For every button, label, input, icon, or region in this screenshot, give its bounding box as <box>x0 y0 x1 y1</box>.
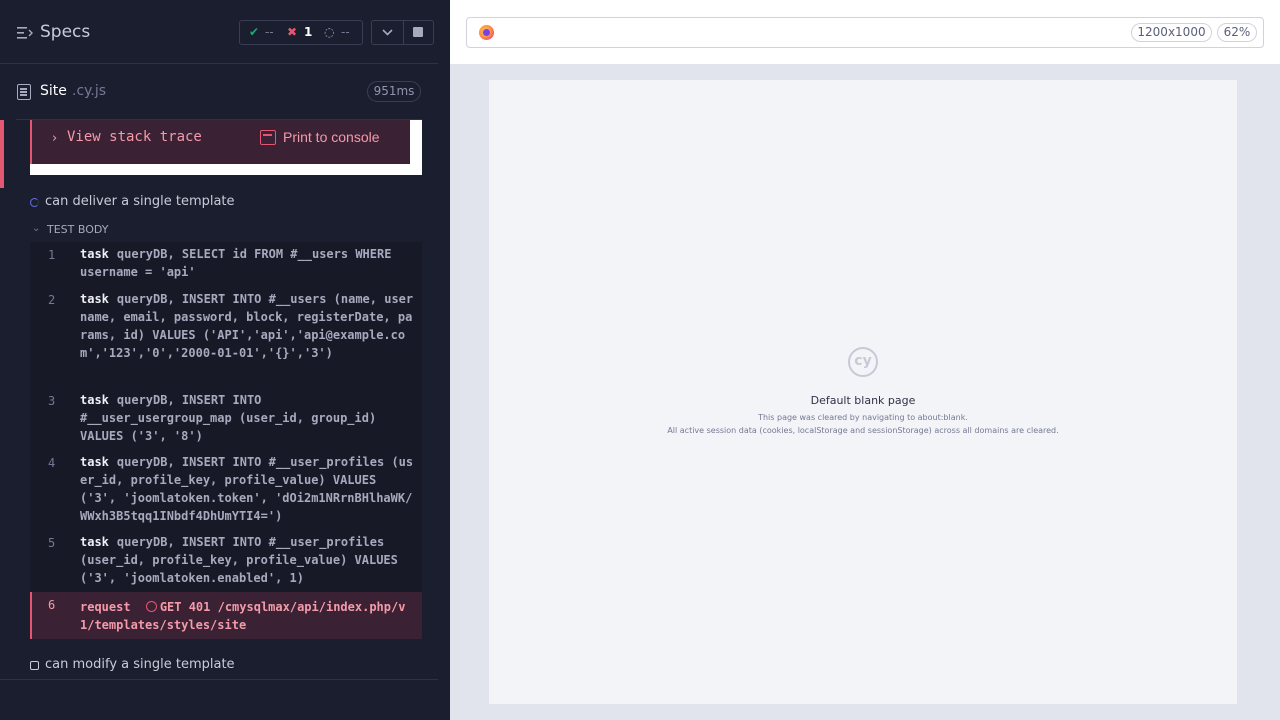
command-row[interactable]: task queryDB, INSERT INTO #__users (name,… <box>80 290 416 362</box>
command-name: task <box>80 292 109 306</box>
command-name: request <box>80 600 131 614</box>
hook-label[interactable]: TEST BODY <box>47 223 108 236</box>
test-title[interactable]: can deliver a single template <box>45 194 235 209</box>
specs-list-icon[interactable] <box>17 26 33 40</box>
stop-icon[interactable] <box>413 27 423 37</box>
divider <box>0 679 438 680</box>
command-number: 4 <box>48 456 56 470</box>
file-icon <box>17 84 31 100</box>
command-message: queryDB, INSERT INTO #__user_usergroup_m… <box>80 393 377 443</box>
command-message: queryDB, INSERT INTO #__user_profiles (u… <box>80 455 414 523</box>
cypress-logo-icon: cy <box>848 347 878 377</box>
chevron-right-icon: › <box>52 131 58 146</box>
pending-test-icon <box>30 661 39 670</box>
command-row[interactable]: task queryDB, INSERT INTO #__user_usergro… <box>80 391 416 445</box>
controls-divider <box>403 21 404 44</box>
pending-spinner-icon: ◌ <box>324 25 335 39</box>
aut-viewport <box>489 80 1237 704</box>
command-number: 1 <box>48 248 56 262</box>
blank-page-message: This page was cleared by navigating to a… <box>758 413 968 422</box>
passed-check-icon: ✔ <box>249 25 260 39</box>
command-number: 5 <box>48 536 56 550</box>
blank-page-message: All active session data (cookies, localS… <box>667 426 1059 435</box>
view-stack-trace-button[interactable]: View stack trace <box>67 129 202 145</box>
pending-count: -- <box>341 25 350 39</box>
running-spinner-icon <box>30 198 39 207</box>
command-message: queryDB, INSERT INTO #__users (name, use… <box>80 292 414 360</box>
command-number: 3 <box>48 394 56 408</box>
failed-indicator-bar <box>0 120 4 188</box>
spec-file-name[interactable]: Site <box>40 83 67 99</box>
firefox-icon[interactable] <box>479 25 494 40</box>
print-to-console-button[interactable]: Print to console <box>283 129 380 145</box>
command-message: queryDB, INSERT INTO #__user_profiles (u… <box>80 535 398 585</box>
command-row[interactable]: task queryDB, INSERT INTO #__user_profile… <box>80 533 416 587</box>
spec-duration-badge: 951ms <box>367 81 421 102</box>
command-message: queryDB, SELECT id FROM #__users WHERE u… <box>80 247 392 279</box>
zoom-badge[interactable]: 62% <box>1217 23 1257 42</box>
test-title[interactable]: can modify a single template <box>45 657 235 672</box>
failed-count: 1 <box>304 25 313 39</box>
error-circle-icon <box>145 601 157 612</box>
command-number: 2 <box>48 293 56 307</box>
command-name: task <box>80 535 109 549</box>
command-row[interactable]: task queryDB, INSERT INTO #__user_profile… <box>80 453 416 525</box>
test-stats: ✔ -- ✖ 1 ◌ -- <box>239 20 363 45</box>
specs-title[interactable]: Specs <box>40 22 90 42</box>
command-number: 6 <box>48 598 56 612</box>
spec-file-ext: .cy.js <box>72 83 107 99</box>
failed-x-icon: ✖ <box>287 25 298 39</box>
chevron-down-icon[interactable] <box>382 28 393 37</box>
command-row[interactable]: task queryDB, SELECT id FROM #__users WHE… <box>80 245 416 281</box>
command-name: task <box>80 393 109 407</box>
chevron-down-icon[interactable]: ⌄ <box>32 223 40 234</box>
passed-count: -- <box>265 25 274 39</box>
command-name: task <box>80 455 109 469</box>
viewport-size-badge[interactable]: 1200x1000 <box>1131 23 1212 42</box>
command-row[interactable]: request GET 401 /cmysqlmax/api/index.php… <box>80 598 416 634</box>
blank-page-title: Default blank page <box>810 394 916 407</box>
console-icon <box>260 130 276 145</box>
run-controls <box>371 20 434 45</box>
command-name: task <box>80 247 109 261</box>
